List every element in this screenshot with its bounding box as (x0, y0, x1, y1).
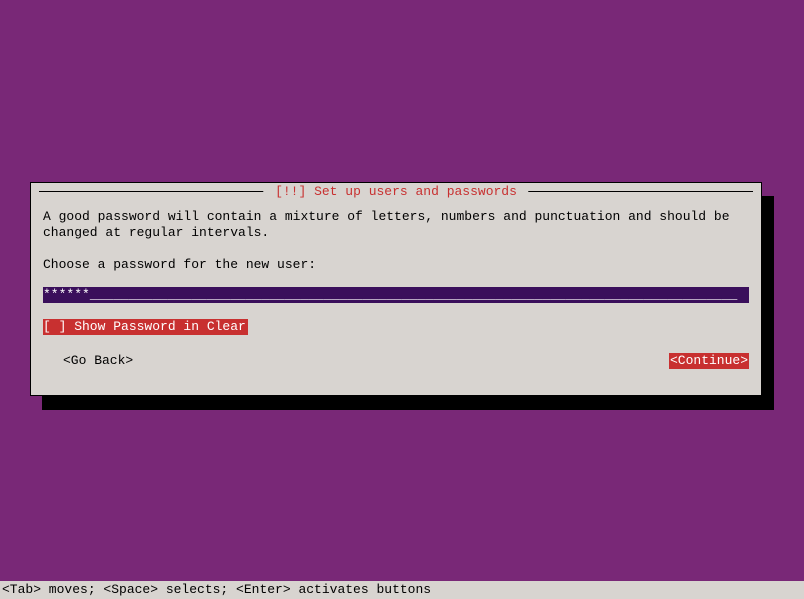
go-back-button[interactable]: <Go Back> (43, 353, 133, 369)
dialog-description: A good password will contain a mixture o… (43, 209, 749, 241)
status-bar: <Tab> moves; <Space> selects; <Enter> ac… (0, 581, 804, 599)
input-fill: ________________________________________… (90, 287, 738, 302)
continue-button[interactable]: <Continue> (669, 353, 749, 369)
dialog-title: [!!] Set up users and passwords (263, 184, 528, 199)
password-prompt: Choose a password for the new user: (43, 257, 749, 273)
dialog: [!!] Set up users and passwords A good p… (30, 182, 762, 396)
show-password-checkbox[interactable]: [ ] Show Password in Clear (43, 319, 248, 335)
password-input[interactable]: ******__________________________________… (43, 287, 749, 303)
